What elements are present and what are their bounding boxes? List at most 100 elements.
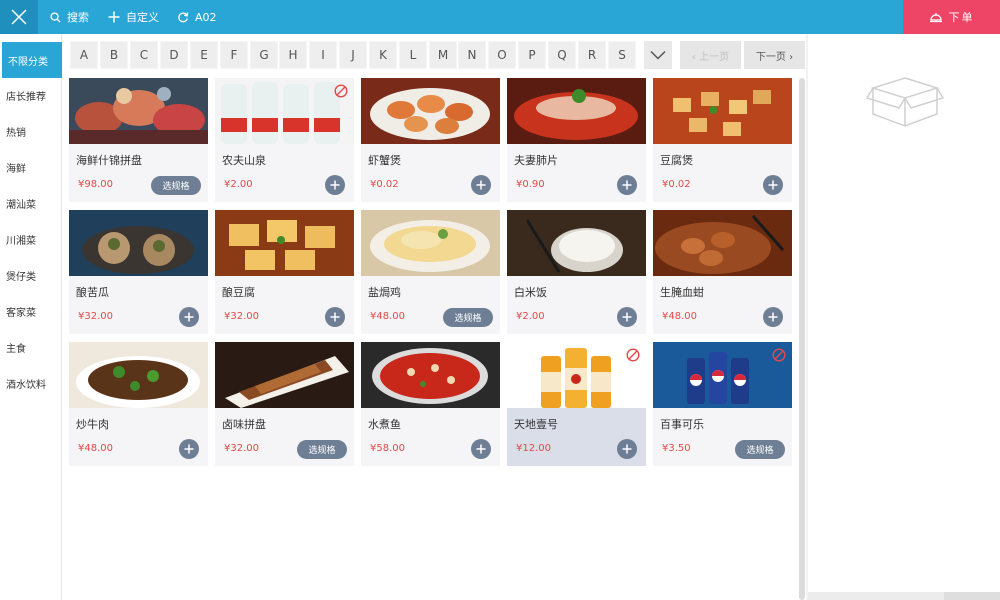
search-label: 搜索 [67, 11, 89, 24]
dish-card-nongfu-spring[interactable]: 农夫山泉 ¥2.00 [215, 78, 354, 202]
dish-card-fuqi-feipian[interactable]: 夫妻肺片 ¥0.90 [507, 78, 646, 202]
custom-label: 自定义 [126, 11, 159, 24]
dish-name: 盐焗鸡 [368, 286, 401, 299]
letter-filter-o[interactable]: O [488, 41, 516, 69]
dish-image [69, 210, 208, 276]
category-item-all[interactable]: 不限分类 [2, 42, 62, 78]
dish-card-tofu-pot[interactable]: 豆腐煲 ¥0.02 [653, 78, 792, 202]
expand-letters-button[interactable] [644, 41, 672, 69]
category-item-sichuan-hunan[interactable]: 川湘菜 [0, 221, 62, 257]
choose-spec-button[interactable]: 选规格 [151, 176, 201, 195]
letter-filter-i[interactable]: I [309, 41, 337, 69]
letter-filter-l[interactable]: L [399, 41, 427, 69]
dish-image [69, 78, 208, 144]
letter-filter-b[interactable]: B [100, 41, 128, 69]
dish-card-crab-pot[interactable]: 虾蟹煲 ¥0.02 [361, 78, 500, 202]
add-dish-button[interactable] [763, 175, 783, 195]
choose-spec-button[interactable]: 选规格 [735, 440, 785, 459]
dish-card-pepsi[interactable]: 百事可乐 ¥3.50 选规格 [653, 342, 792, 466]
category-item-chaoshan[interactable]: 潮汕菜 [0, 185, 62, 221]
plus-icon [622, 444, 632, 454]
letter-filter-h[interactable]: H [279, 41, 307, 69]
letter-filter-d[interactable]: D [160, 41, 188, 69]
letter-filter-g[interactable]: G [250, 41, 278, 69]
category-item-claypot[interactable]: 煲仔类 [0, 257, 62, 293]
letter-filter-a[interactable]: A [70, 41, 98, 69]
letter-filter-m[interactable]: M [429, 41, 457, 69]
letter-filter-n[interactable]: N [458, 41, 486, 69]
letter-filter-j[interactable]: J [339, 41, 367, 69]
dish-price: ¥58.00 [370, 443, 405, 454]
category-label: 煲仔类 [6, 271, 36, 283]
dish-image [361, 78, 500, 144]
plus-icon [476, 444, 486, 454]
close-button[interactable] [0, 0, 38, 34]
dish-price: ¥12.00 [516, 443, 551, 454]
category-item-staple[interactable]: 主食 [0, 329, 62, 365]
dish-card-stuffed-bitter-melon[interactable]: 酿苦瓜 ¥32.00 [69, 210, 208, 334]
category-item-recommended[interactable]: 店长推荐 [0, 77, 62, 113]
category-label: 海鲜 [6, 163, 26, 175]
custom-button[interactable]: 自定义 [108, 0, 159, 34]
category-item-drinks[interactable]: 酒水饮料 [0, 365, 62, 401]
dish-card-white-rice[interactable]: 白米饭 ¥2.00 [507, 210, 646, 334]
add-dish-button[interactable] [617, 175, 637, 195]
order-panel-footer-button[interactable] [944, 592, 1000, 600]
dish-price: ¥48.00 [78, 443, 113, 454]
close-icon [11, 9, 27, 25]
dish-name: 酿豆腐 [222, 286, 255, 299]
dish-name: 炒牛肉 [76, 418, 109, 431]
plus-icon [622, 312, 632, 322]
place-order-button[interactable]: 下单 [903, 0, 1000, 34]
dish-name: 夫妻肺片 [514, 154, 558, 167]
dish-card-stir-fried-beef[interactable]: 炒牛肉 ¥48.00 [69, 342, 208, 466]
dish-card-tiandi-yihao[interactable]: 天地壹号 ¥12.00 [507, 342, 646, 466]
category-item-seafood[interactable]: 海鲜 [0, 149, 62, 185]
plus-icon [768, 312, 778, 322]
add-dish-button[interactable] [471, 439, 491, 459]
prev-page-button[interactable]: ‹ 上一页 [680, 41, 741, 69]
letter-filter-k[interactable]: K [369, 41, 397, 69]
choose-spec-button[interactable]: 选规格 [297, 440, 347, 459]
add-dish-button[interactable] [471, 175, 491, 195]
order-panel [808, 34, 1000, 600]
add-dish-button[interactable] [325, 307, 345, 327]
letter-filter-s[interactable]: S [608, 41, 636, 69]
dish-image [653, 210, 792, 276]
dish-card-braised-platter[interactable]: 卤味拼盘 ¥32.00 选规格 [215, 342, 354, 466]
dish-card-seafood-platter[interactable]: 海鲜什锦拼盘 ¥98.00 选规格 [69, 78, 208, 202]
dish-card-stuffed-tofu[interactable]: 酿豆腐 ¥32.00 [215, 210, 354, 334]
letter-filter-e[interactable]: E [190, 41, 218, 69]
letter-filter-r[interactable]: R [578, 41, 606, 69]
add-dish-button[interactable] [617, 307, 637, 327]
dish-price: ¥32.00 [224, 443, 259, 454]
category-label: 潮汕菜 [6, 199, 36, 211]
category-label: 川湘菜 [6, 235, 36, 247]
dish-image [361, 210, 500, 276]
category-item-hot[interactable]: 热销 [0, 113, 62, 149]
dish-card-salt-baked-chicken[interactable]: 盐焗鸡 ¥48.00 选规格 [361, 210, 500, 334]
plus-icon [768, 180, 778, 190]
dish-name: 天地壹号 [514, 418, 558, 431]
category-item-hakka[interactable]: 客家菜 [0, 293, 62, 329]
dish-card-raw-blood-cockles[interactable]: 生腌血蚶 ¥48.00 [653, 210, 792, 334]
add-dish-button[interactable] [617, 439, 637, 459]
letter-filter-q[interactable]: Q [548, 41, 576, 69]
dish-name: 卤味拼盘 [222, 418, 266, 431]
letter-filter-c[interactable]: C [130, 41, 158, 69]
dish-list-scrollbar[interactable] [799, 78, 805, 600]
add-dish-button[interactable] [179, 307, 199, 327]
dish-name: 白米饭 [514, 286, 547, 299]
dish-card-boiled-fish[interactable]: 水煮鱼 ¥58.00 [361, 342, 500, 466]
letter-filter-f[interactable]: F [220, 41, 248, 69]
add-dish-button[interactable] [179, 439, 199, 459]
search-button[interactable]: 搜索 [50, 0, 89, 34]
table-switch-button[interactable]: A02 [177, 0, 217, 34]
add-dish-button[interactable] [763, 307, 783, 327]
next-page-button[interactable]: 下一页 › [744, 41, 805, 69]
choose-spec-button[interactable]: 选规格 [443, 308, 493, 327]
add-dish-button[interactable] [325, 175, 345, 195]
letter-filter-p[interactable]: P [518, 41, 546, 69]
dish-image [361, 342, 500, 408]
dish-image [507, 210, 646, 276]
